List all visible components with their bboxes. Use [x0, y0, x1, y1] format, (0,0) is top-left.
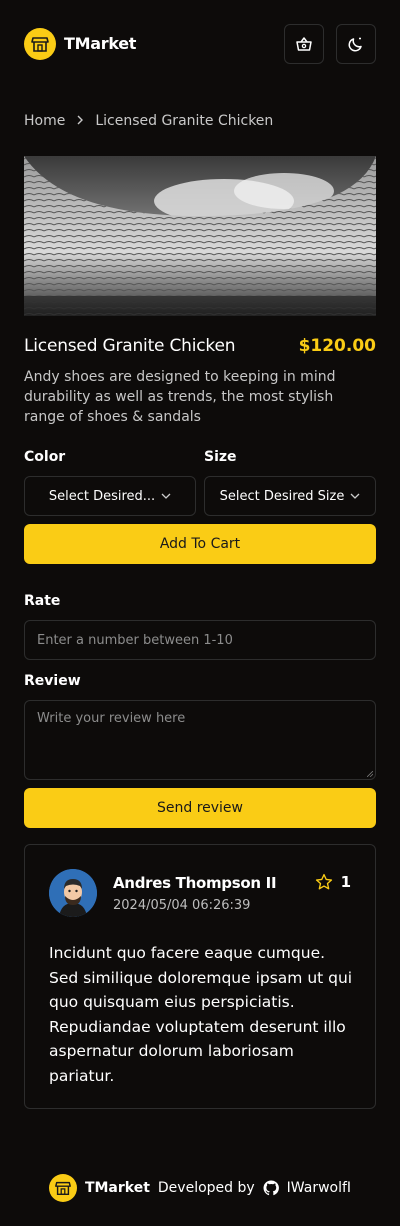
breadcrumb: Home Licensed Granite Chicken: [24, 113, 273, 129]
cart-button[interactable]: [284, 24, 324, 64]
product-price: $120.00: [298, 336, 376, 356]
star-icon: [315, 873, 332, 890]
product-title: Licensed Granite Chicken: [24, 336, 236, 356]
shopping-basket-icon: [296, 37, 312, 51]
resize-handle-icon[interactable]: [367, 771, 373, 777]
chevron-right-icon: [75, 113, 85, 129]
rate-input[interactable]: Enter a number between 1-10: [24, 620, 376, 660]
send-review-button[interactable]: Send review: [24, 788, 376, 828]
header: TMarket: [24, 24, 376, 64]
product-description: Andy shoes are designed to keeping in mi…: [24, 369, 336, 425]
store-logo-icon[interactable]: [24, 28, 56, 60]
footer-brand[interactable]: TMarket: [85, 1180, 150, 1196]
rate-label: Rate: [24, 593, 61, 609]
size-select-value: Select Desired Size: [219, 488, 345, 504]
review-rating: 1: [315, 873, 351, 891]
footer-developed-by: Developed by: [157, 1180, 255, 1196]
chevron-down-icon: [350, 493, 360, 499]
review-rating-value: 1: [340, 873, 351, 891]
color-select[interactable]: Select Desired...: [24, 476, 196, 516]
review-label: Review: [24, 673, 81, 689]
add-to-cart-button[interactable]: Add To Cart: [24, 524, 376, 564]
review-textarea[interactable]: Write your review here: [24, 700, 376, 780]
review-text: Incidunt quo facere eaque cumque. Sed si…: [49, 944, 353, 1085]
size-label: Size: [204, 449, 237, 465]
chevron-down-icon: [161, 493, 171, 499]
store-icon[interactable]: [48, 1174, 77, 1202]
avatar: [49, 869, 97, 917]
size-select[interactable]: Select Desired Size: [204, 476, 376, 516]
review-placeholder: Write your review here: [37, 711, 186, 726]
color-label: Color: [24, 449, 66, 465]
theme-toggle-button[interactable]: [336, 24, 376, 64]
footer: TMarket Developed by IWarwolfI: [0, 1173, 400, 1203]
github-icon[interactable]: [263, 1180, 279, 1196]
review-card: Andres Thompson II 2024/05/04 06:26:39 1…: [24, 844, 376, 1109]
moon-icon: [348, 37, 362, 52]
store-icon: [31, 37, 49, 52]
review-date: 2024/05/04 06:26:39: [113, 898, 251, 913]
product-image: [24, 156, 376, 316]
breadcrumb-current: Licensed Granite Chicken: [95, 113, 274, 129]
breadcrumb-home[interactable]: Home: [24, 113, 65, 129]
reviewer-name: Andres Thompson II: [113, 874, 277, 892]
color-select-value: Select Desired...: [48, 488, 156, 504]
footer-author[interactable]: IWarwolfI: [287, 1180, 351, 1196]
brand-name[interactable]: TMarket: [64, 34, 136, 53]
